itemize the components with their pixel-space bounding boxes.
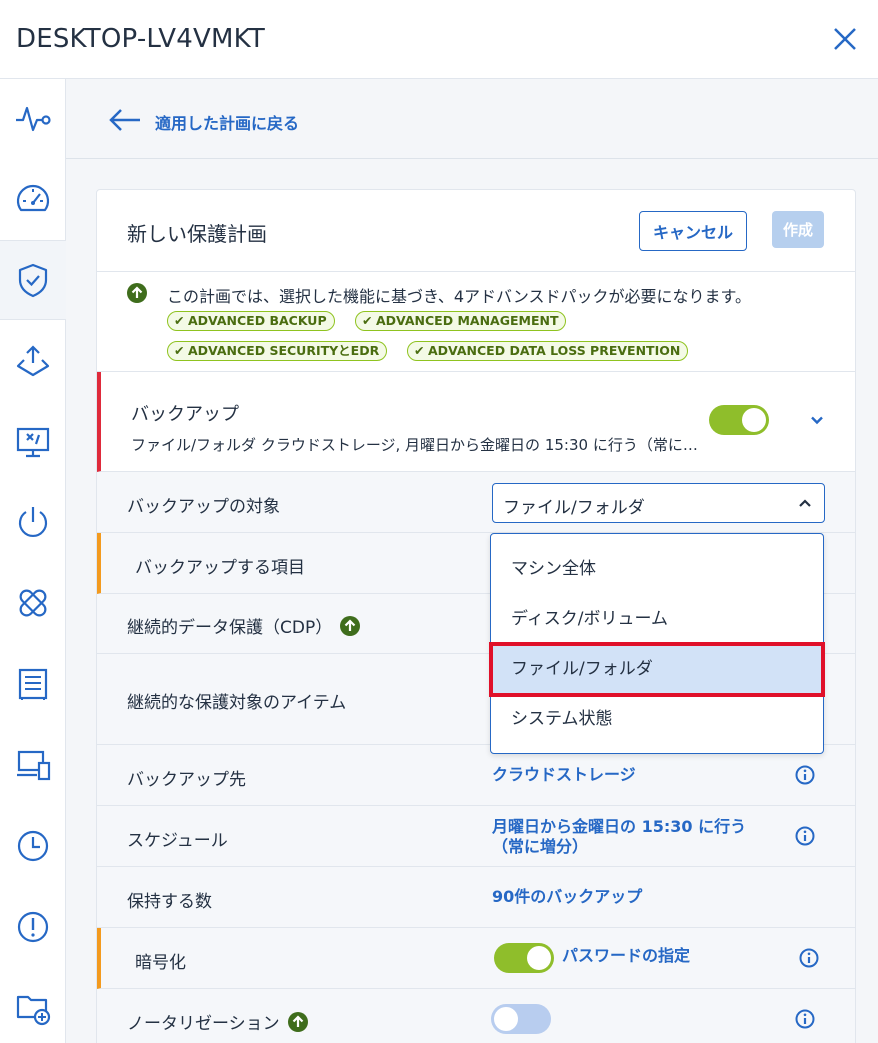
setting-label: 暗号化 — [135, 953, 186, 973]
arrow-left-icon — [109, 109, 140, 131]
sidebar-item-power[interactable] — [0, 482, 66, 562]
sidebar-item-inventory[interactable] — [0, 644, 66, 724]
upgrade-icon — [340, 615, 361, 636]
retention-value[interactable]: 90件のバックアップ — [492, 887, 642, 907]
dashboard-gauge-icon — [16, 184, 50, 212]
info-icon[interactable] — [795, 1009, 815, 1029]
dropdown-option[interactable]: マシン全体 — [491, 544, 822, 594]
dropdown-option[interactable]: ディスク/ボリューム — [491, 594, 822, 644]
setting-row-destination[interactable]: バックアップ先 クラウドストレージ — [97, 745, 855, 806]
encryption-password-link[interactable]: パスワードの指定 — [562, 946, 690, 966]
sidebar-item-remote[interactable] — [0, 402, 66, 482]
check-icon: ✔ — [414, 343, 425, 358]
setting-label: ノータリゼーション — [127, 1009, 308, 1034]
sidebar-item-devices[interactable] — [0, 725, 66, 805]
setting-row-retention[interactable]: 保持する数 90件のバックアップ — [97, 867, 855, 928]
license-notice: この計画では、選択した機能に基づき、4アドバンスドパックが必要になります。 ✔ A… — [97, 272, 855, 372]
upgrade-icon — [287, 1011, 308, 1032]
pack-badge: ✔ ADVANCED MANAGEMENT — [355, 311, 567, 331]
activity-icon — [16, 106, 51, 132]
create-button[interactable]: 作成 — [772, 211, 824, 248]
alert-icon — [17, 911, 49, 943]
pack-badge: ✔ ADVANCED DATA LOSS PREVENTION — [407, 341, 689, 361]
toggle-knob — [527, 946, 551, 970]
backup-section-summary: ファイル/フォルダ クラウドストレージ, 月曜日から金曜日の 15:30 に行う… — [131, 436, 703, 454]
remote-desktop-icon — [16, 427, 50, 458]
sidebar-item-dashboard[interactable] — [0, 159, 66, 239]
select-value: ファイル/フォルダ — [503, 498, 645, 518]
setting-label: 保持する数 — [127, 892, 212, 912]
plan-header: 新しい保護計画 キャンセル 作成 — [97, 190, 855, 272]
destination-value[interactable]: クラウドストレージ — [492, 765, 636, 785]
chevron-down-icon[interactable] — [809, 414, 825, 426]
setting-label: スケジュール — [127, 831, 228, 851]
cancel-button[interactable]: キャンセル — [639, 211, 747, 251]
sidebar — [0, 79, 66, 1043]
setting-label: 継続的な保護対象のアイテム — [127, 693, 347, 713]
upgrade-icon — [127, 283, 147, 303]
sidebar-item-software[interactable] — [0, 321, 66, 401]
backup-target-select[interactable]: ファイル/フォルダ — [492, 483, 825, 523]
info-icon[interactable] — [799, 948, 819, 968]
info-icon[interactable] — [795, 765, 815, 785]
sidebar-item-files[interactable] — [0, 967, 66, 1043]
encryption-toggle[interactable] — [494, 943, 554, 973]
plan-title: 新しい保護計画 — [127, 222, 267, 246]
setting-row-schedule[interactable]: スケジュール 月曜日から金曜日の 15:30 に行う （常に増分） — [97, 806, 855, 867]
setting-row-notarization[interactable]: ノータリゼーション — [97, 989, 855, 1043]
backup-section-title: バックアップ — [131, 404, 239, 425]
software-deploy-icon — [16, 345, 50, 377]
devices-icon — [17, 750, 51, 781]
close-icon[interactable] — [830, 24, 860, 54]
back-link-label[interactable]: 適用した計画に戻る — [155, 110, 299, 134]
check-icon: ✔ — [362, 313, 373, 328]
title-bar: DESKTOP-LV4VMKT — [0, 0, 878, 79]
notarization-toggle[interactable] — [491, 1004, 551, 1034]
sidebar-item-protection[interactable] — [0, 240, 66, 320]
backup-section-header[interactable]: バックアップ ファイル/フォルダ クラウドストレージ, 月曜日から金曜日の 15… — [97, 372, 855, 472]
clock-icon — [17, 830, 49, 862]
notice-text: この計画では、選択した機能に基づき、4アドバンスドパックが必要になります。 — [167, 287, 751, 306]
window-title: DESKTOP-LV4VMKT — [16, 24, 265, 54]
folder-add-icon — [16, 995, 51, 1026]
power-icon — [18, 507, 48, 537]
schedule-value[interactable]: 月曜日から金曜日の 15:30 に行う （常に増分） — [492, 817, 746, 857]
setting-row-encryption[interactable]: 暗号化 パスワードの指定 — [97, 928, 855, 989]
setting-label: 継続的データ保護（CDP） — [127, 613, 361, 638]
pack-badge: ✔ ADVANCED BACKUP — [167, 311, 335, 331]
backup-toggle[interactable] — [709, 405, 769, 435]
toggle-knob — [742, 408, 766, 432]
sidebar-item-alerts[interactable] — [0, 887, 66, 967]
setting-label: バックアップする項目 — [135, 558, 305, 578]
patch-bandage-icon — [19, 589, 47, 617]
highlight-annotation — [489, 642, 825, 697]
info-icon[interactable] — [795, 826, 815, 846]
pack-badge: ✔ ADVANCED SECURITYとEDR — [167, 341, 388, 361]
sidebar-item-patch[interactable] — [0, 563, 66, 643]
chevron-up-icon — [799, 499, 811, 507]
sidebar-item-monitoring[interactable] — [0, 79, 66, 159]
check-icon: ✔ — [174, 313, 185, 328]
setting-label: バックアップの対象 — [127, 497, 280, 517]
check-icon: ✔ — [174, 343, 185, 358]
sidebar-item-history[interactable] — [0, 806, 66, 886]
dropdown-option[interactable]: システム状態 — [491, 694, 822, 744]
back-link[interactable]: 適用した計画に戻る — [66, 79, 878, 159]
setting-label: バックアップ先 — [127, 770, 246, 790]
setting-row-target: バックアップの対象 ファイル/フォルダ — [97, 472, 855, 533]
toggle-knob — [494, 1007, 518, 1031]
shield-check-icon — [18, 263, 48, 298]
inventory-list-icon — [18, 668, 48, 700]
